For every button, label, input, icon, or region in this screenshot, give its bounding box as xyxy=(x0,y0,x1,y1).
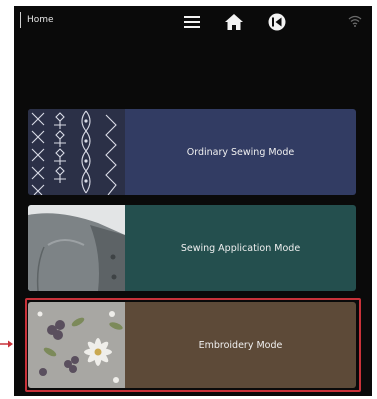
back-icon[interactable] xyxy=(267,12,287,32)
sewing-application-mode-label: Sewing Application Mode xyxy=(180,242,301,254)
embroidery-flowers-thumbnail xyxy=(28,302,125,388)
top-bar: Home xyxy=(14,6,372,38)
embroidery-mode-button[interactable]: Embroidery Mode xyxy=(28,302,356,388)
wifi-icon xyxy=(348,15,362,27)
ordinary-sewing-mode-button[interactable]: Ordinary Sewing Mode xyxy=(28,109,356,195)
pointer-arrow-icon xyxy=(0,340,13,348)
garment-thumbnail xyxy=(28,205,125,291)
sewing-application-mode-button[interactable]: Sewing Application Mode xyxy=(28,205,356,291)
touch-screen: Home Ordinary Sewing Mode Sewing Applica… xyxy=(14,6,372,396)
embroidery-mode-label: Embroidery Mode xyxy=(198,339,283,351)
menu-icon[interactable] xyxy=(182,12,202,32)
ordinary-sewing-mode-label: Ordinary Sewing Mode xyxy=(186,146,295,158)
home-icon[interactable] xyxy=(224,12,244,32)
stitch-pattern-thumbnail xyxy=(28,109,125,195)
home-tab[interactable]: Home xyxy=(20,12,54,28)
